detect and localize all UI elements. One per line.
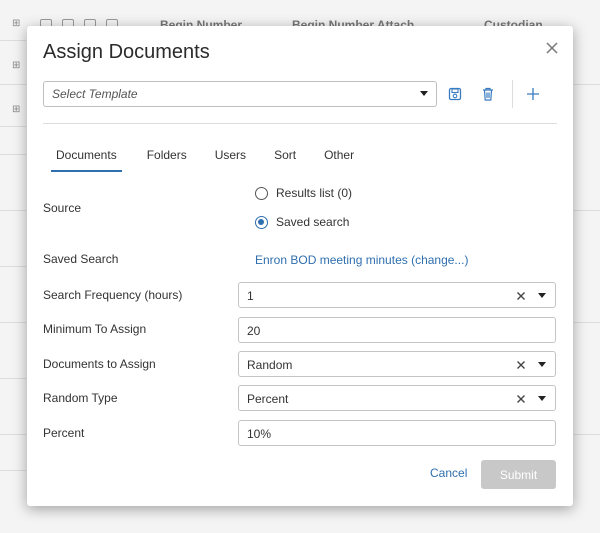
submit-button[interactable]: Submit [481,460,556,489]
divider [0,154,26,155]
template-placeholder: Select Template [52,87,138,101]
minimum-to-assign-value: 20 [247,324,261,338]
plus-icon[interactable] [525,86,541,102]
clear-icon[interactable] [515,392,527,404]
close-icon[interactable] [544,40,560,56]
tab-sort[interactable]: Sort [274,148,296,168]
divider [43,123,557,124]
random-type-label: Random Type [43,391,118,405]
template-toolbar: Select Template [43,80,557,108]
divider [0,470,26,471]
tab-documents[interactable]: Documents [51,148,122,172]
divider [0,40,26,41]
trash-icon[interactable] [480,86,496,102]
chevron-down-icon[interactable] [538,362,546,367]
chevron-down-icon[interactable] [538,293,546,298]
divider [0,126,26,127]
divider [574,434,600,435]
radio-label: Results list (0) [276,186,353,200]
cancel-button[interactable]: Cancel [430,466,467,480]
chevron-down-icon [420,91,428,96]
tab-other[interactable]: Other [324,148,354,168]
divider [0,322,26,323]
tab-bar: Documents Folders Users Sort Other [43,148,354,172]
radio-button[interactable] [255,186,268,200]
saved-search-label: Saved Search [43,252,119,266]
chevron-down-icon[interactable] [538,396,546,401]
divider [574,210,600,211]
clear-icon[interactable] [515,358,527,370]
divider [574,84,600,85]
tab-folders[interactable]: Folders [147,148,187,168]
source-label: Source [43,201,82,215]
divider [0,210,26,211]
minimum-to-assign-input[interactable]: 20 [238,317,556,343]
documents-to-assign-value: Random [247,358,293,372]
divider [0,84,26,85]
percent-value: 10% [247,427,272,441]
saved-search-link[interactable]: Enron BOD meeting minutes (change...) [255,253,468,267]
radio-button[interactable] [255,215,268,229]
documents-to-assign-select[interactable]: Random [238,351,556,377]
dialog-title: Assign Documents [43,41,210,63]
radio-label: Saved search [276,215,350,229]
divider [0,434,26,435]
tree-icon: ⊞ [12,104,21,115]
tree-icon: ⊞ [12,60,21,71]
tab-users[interactable]: Users [215,148,246,168]
percent-input[interactable]: 10% [238,420,556,446]
tree-icon: ⊞ [12,18,21,29]
percent-label: Percent [43,426,85,440]
random-type-select[interactable]: Percent [238,385,556,411]
assign-documents-dialog: Assign Documents Select Template Documen… [27,26,573,506]
toolbar-divider [512,80,513,108]
radio-saved-search[interactable]: Saved search [255,215,349,229]
documents-to-assign-label: Documents to Assign [43,357,156,371]
divider [0,378,26,379]
minimum-to-assign-label: Minimum To Assign [43,322,147,336]
clear-icon[interactable] [515,289,527,301]
search-frequency-select[interactable]: 1 [238,282,556,308]
save-icon[interactable] [447,86,463,102]
search-frequency-value: 1 [247,289,254,303]
search-frequency-label: Search Frequency (hours) [43,288,183,302]
template-select[interactable]: Select Template [43,81,437,107]
random-type-value: Percent [247,392,289,406]
radio-results-list[interactable]: Results list (0) [255,186,352,200]
divider [0,266,26,267]
divider [574,322,600,323]
